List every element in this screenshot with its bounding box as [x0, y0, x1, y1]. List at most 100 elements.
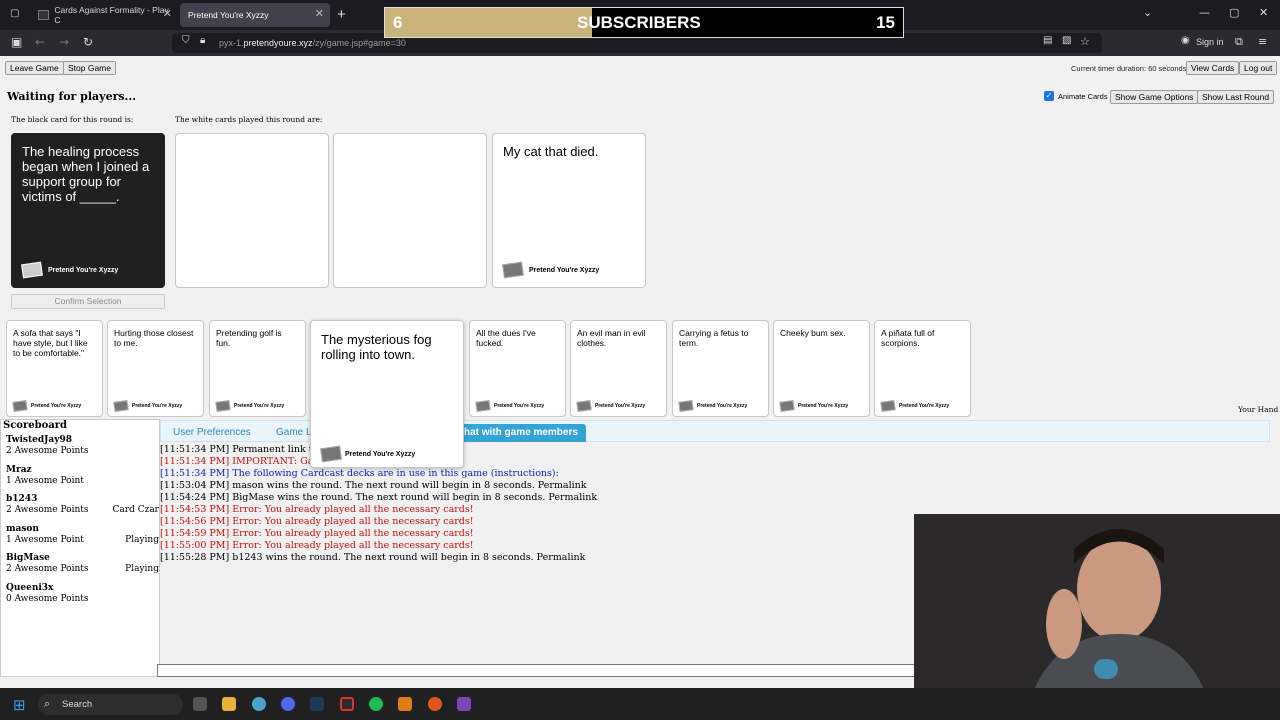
black-card-label: The black card for this round is: — [11, 115, 134, 124]
minimize-icon[interactable]: — — [1199, 6, 1210, 19]
log-entry: [11:54:59 PM] Error: You already played … — [160, 528, 920, 540]
tab-cards-against-formality[interactable]: Cards Against Formality - Play C ✕ — [30, 3, 178, 27]
browser-app-icon[interactable] — [252, 697, 266, 711]
task-view-icon[interactable] — [193, 697, 207, 711]
chat-log: [11:51:34 PM] Permanent link to th [11:51… — [160, 444, 920, 564]
hand-card[interactable]: A piñata full of scorpions. Pretend You'r… — [874, 320, 971, 417]
pip-icon[interactable]: ▧ — [1062, 35, 1071, 46]
scoreboard-player: BigMase 2 Awesome Points Playing — [6, 553, 161, 575]
tab-title: Pretend You're Xyzzy — [188, 10, 269, 20]
hand-card-text: Cheeky bum sex. — [780, 328, 846, 338]
tab-overflow-chevron-icon[interactable]: ⌄ — [1143, 6, 1152, 19]
close-tab-icon[interactable]: ✕ — [163, 7, 172, 20]
log-timestamp: [11:54:24 PM] — [160, 492, 230, 503]
lock-icon[interactable]: 🔒︎ — [200, 35, 205, 46]
close-tab-icon[interactable]: ✕ — [315, 7, 324, 20]
new-tab-icon[interactable]: + — [337, 6, 346, 23]
played-card-text: My cat that died. — [503, 144, 599, 159]
hand-card[interactable]: A sofa that says "I have style, but I li… — [6, 320, 103, 417]
player-name: TwistedJay98 — [6, 435, 72, 445]
sidebar-icon[interactable]: ▣ — [11, 35, 22, 49]
white-cards-label: The white cards played this round are: — [175, 115, 323, 124]
player-status: Playing — [125, 564, 159, 574]
back-icon[interactable]: ← — [35, 35, 45, 49]
card-watermark: Pretend You're Xyzzy — [12, 400, 81, 412]
played-card-facedown[interactable] — [333, 133, 487, 288]
menu-icon[interactable]: ≡ — [1258, 35, 1267, 48]
steam-icon[interactable] — [310, 697, 324, 711]
hand-card-text: An evil man in evil clothes. — [577, 328, 646, 348]
tab-list-icon[interactable]: ▢ — [10, 8, 19, 19]
log-message: BigMase wins the round. The next round w… — [232, 492, 598, 503]
log-out-button[interactable]: Log out — [1239, 61, 1278, 75]
reload-icon[interactable]: ↻ — [83, 35, 93, 49]
file-explorer-icon[interactable] — [222, 697, 236, 711]
hand-card[interactable]: All the dues I've fucked. Pretend You're … — [469, 320, 566, 417]
card-watermark: Pretend You're Xyzzy — [320, 445, 415, 463]
log-entry: [11:54:24 PM] BigMase wins the round. Th… — [160, 492, 920, 504]
animate-cards-label: Animate Cards — [1058, 92, 1108, 101]
extensions-icon[interactable]: ⧉ — [1235, 35, 1243, 49]
log-timestamp: [11:55:28 PM] — [160, 552, 230, 563]
view-cards-button[interactable]: View Cards — [1186, 61, 1240, 75]
bookmark-star-icon[interactable]: ☆ — [1080, 35, 1090, 48]
hand-card[interactable]: Carrying a fetus to term. Pretend You're … — [672, 320, 769, 417]
tracking-shield-icon[interactable]: ⛉ — [182, 35, 190, 46]
player-status: Card Czar — [112, 505, 159, 515]
account-icon[interactable]: ◉ — [1181, 35, 1190, 46]
hand-card[interactable]: Pretending golf is fun. Pretend You're Xy… — [209, 320, 306, 417]
player-name: b1243 — [6, 494, 38, 504]
log-entry: [11:51:34 PM] Permanent link to th — [160, 444, 920, 456]
player-status: Playing — [125, 534, 159, 545]
close-window-icon[interactable]: ✕ — [1259, 6, 1268, 19]
animate-cards-checkbox[interactable]: ✓ — [1044, 91, 1054, 101]
maximize-icon[interactable]: ▢ — [1229, 6, 1239, 19]
show-last-round-button[interactable]: Show Last Round — [1197, 90, 1275, 104]
show-game-options-button[interactable]: Show Game Options — [1110, 90, 1199, 104]
tab-title: Cards Against Formality - Play C — [54, 5, 169, 25]
scoreboard-player: b1243 2 Awesome Points Card Czar — [6, 494, 161, 516]
hand-card[interactable]: Cheeky bum sex. Pretend You're Xyzzy — [773, 320, 870, 417]
deck-logo-icon — [113, 400, 129, 412]
black-card: The healing process began when I joined … — [11, 133, 165, 288]
stop-game-button[interactable]: Stop Game — [63, 61, 116, 75]
confirm-selection-button[interactable]: Confirm Selection — [11, 294, 165, 309]
sign-in-link[interactable]: Sign in — [1196, 37, 1224, 47]
reader-view-icon[interactable]: ▤ — [1043, 35, 1052, 46]
leave-game-button[interactable]: Leave Game — [5, 61, 64, 75]
deck-logo-icon — [215, 400, 231, 412]
hand-card-text: Hurting those closest to me. — [114, 328, 194, 348]
app-icon[interactable] — [457, 697, 471, 711]
hand-card[interactable]: An evil man in evil clothes. Pretend You'… — [570, 320, 667, 417]
tab-chat-with-game-members[interactable]: hat with game members — [456, 424, 586, 442]
subscriber-label: SUBSCRIBERS — [577, 13, 701, 32]
your-hand-label: Your Hand — [1238, 405, 1279, 414]
scoreboard-player: TwistedJay98 2 Awesome Points — [6, 435, 161, 457]
hand-card-text: Pretending golf is fun. — [216, 328, 282, 348]
log-entry: [11:51:34 PM] The following Cardcast dec… — [160, 468, 920, 480]
spotify-icon[interactable] — [369, 697, 383, 711]
log-message: The following Cardcast decks are in use … — [232, 468, 559, 479]
app-icon[interactable] — [398, 697, 412, 711]
tab-pretend-youre-xyzzy[interactable]: Pretend You're Xyzzy ✕ — [180, 3, 330, 27]
url-text: pyx-1.pretendyoure.xyz/zy/game.jsp#game=… — [219, 38, 406, 48]
log-message: Error: You already played all the necess… — [232, 540, 474, 551]
card-watermark: Pretend You're Xyzzy — [576, 400, 645, 412]
tab-user-preferences[interactable]: User Preferences — [165, 424, 259, 442]
hand-card[interactable]: Hurting those closest to me. Pretend You'… — [107, 320, 204, 417]
forward-icon[interactable]: → — [59, 35, 69, 49]
taskbar-search[interactable]: ⌕ Search — [38, 694, 183, 715]
discord-icon[interactable] — [281, 697, 295, 711]
played-card[interactable]: My cat that died. Pretend You're Xyzzy — [492, 133, 646, 288]
played-card-facedown[interactable] — [175, 133, 329, 288]
hand-card-text: A piñata full of scorpions. — [881, 328, 935, 348]
chat-input[interactable] — [157, 664, 917, 677]
log-timestamp: [11:54:53 PM] — [160, 504, 230, 515]
firefox-icon[interactable] — [428, 697, 442, 711]
app-icon[interactable] — [340, 697, 354, 711]
log-entry: [11:51:34 PM] IMPORTANT: Gam — [160, 456, 920, 468]
windows-start-icon[interactable]: ⊞ — [13, 696, 26, 714]
hand-card-hovered[interactable]: The mysterious fog rolling into town. Pr… — [310, 320, 464, 468]
scoreboard-player: mason 1 Awesome Point Playing — [6, 524, 161, 546]
hand-card-text: Carrying a fetus to term. — [679, 328, 749, 348]
